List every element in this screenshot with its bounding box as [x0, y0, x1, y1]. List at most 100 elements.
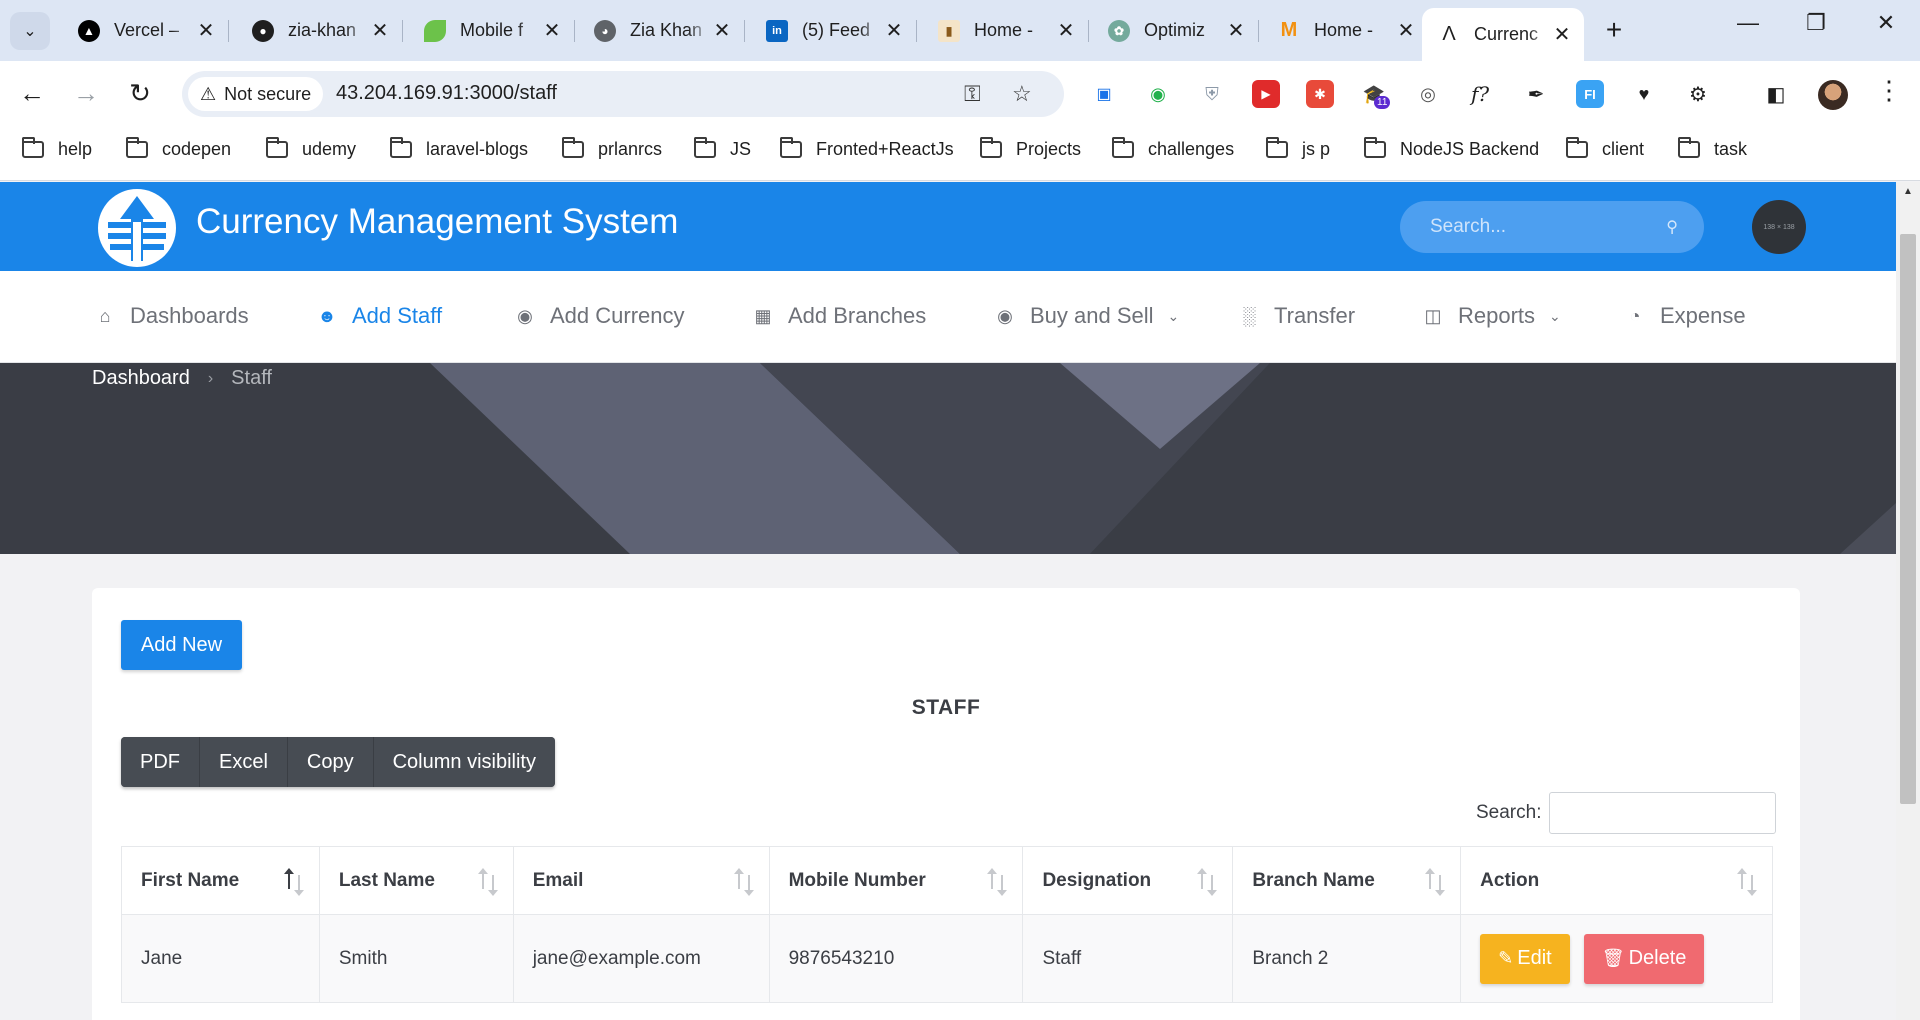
minimize-button[interactable]: — — [1728, 10, 1768, 36]
close-icon[interactable]: ✕ — [1396, 18, 1416, 43]
css-extension-icon[interactable]: ♥ — [1630, 80, 1658, 108]
close-icon[interactable]: ✕ — [712, 18, 732, 43]
nav-item-add-branches[interactable]: ▦ Add Branches — [750, 303, 926, 329]
graduation-extension-icon[interactable]: 🎓 11 — [1360, 80, 1391, 109]
copy-button[interactable]: Copy — [287, 737, 374, 787]
close-icon[interactable]: ✕ — [542, 18, 562, 43]
shield-icon[interactable]: ⛨ — [1198, 80, 1226, 108]
close-icon[interactable]: ✕ — [370, 18, 390, 43]
screen-capture-icon[interactable]: ▣ — [1090, 80, 1118, 108]
scrollbar-thumb[interactable] — [1900, 234, 1916, 804]
profile-avatar[interactable] — [1818, 80, 1848, 110]
browser-tab[interactable]: ▲ Vercel – ✕ — [62, 8, 229, 53]
add-new-button[interactable]: Add New — [121, 620, 242, 670]
app-logo[interactable] — [98, 189, 176, 267]
bookmark-folder[interactable]: Projects — [980, 137, 1081, 160]
media-extension-icon[interactable]: ▶ — [1252, 80, 1280, 108]
security-chip[interactable]: ⚠ Not secure — [188, 77, 324, 111]
nav-item-buy-and-sell[interactable]: ◉ Buy and Sell ⌄ — [992, 303, 1179, 329]
folder-icon — [1112, 137, 1134, 158]
bookmark-folder[interactable]: NodeJS Backend — [1364, 137, 1539, 160]
folder-icon — [390, 137, 412, 158]
bookmark-folder[interactable]: client — [1566, 137, 1644, 160]
browser-tab[interactable]: ✿ Optimiz ✕ — [1092, 8, 1259, 53]
reload-button[interactable]: ↻ — [122, 75, 158, 111]
column-header-email[interactable]: Email — [512, 846, 770, 915]
restore-button[interactable]: ❐ — [1796, 10, 1836, 36]
bookmark-folder[interactable]: challenges — [1112, 137, 1234, 160]
browser-tab[interactable]: M Home - ✕ — [1262, 8, 1428, 53]
close-icon[interactable]: ✕ — [1056, 18, 1076, 43]
sort-icon — [1424, 868, 1446, 896]
close-icon[interactable]: ✕ — [884, 18, 904, 43]
page-scrollbar[interactable]: ▲ — [1896, 182, 1920, 1020]
formula-extension-icon[interactable]: f? — [1466, 80, 1494, 108]
fi-extension-icon[interactable]: FI — [1576, 80, 1604, 108]
pdf-button[interactable]: PDF — [121, 737, 200, 787]
menu-button[interactable]: ⋮ — [1876, 75, 1902, 106]
bookmark-folder[interactable]: Fronted+ReactJs — [780, 137, 954, 160]
tab-search-button[interactable]: ⌄ — [10, 12, 50, 50]
side-panel-icon[interactable]: ◧ — [1762, 80, 1790, 108]
users-icon: ☻ — [317, 305, 337, 326]
bookmark-folder[interactable]: task — [1678, 137, 1747, 160]
breadcrumb-home[interactable]: Dashboard — [92, 367, 190, 390]
chevron-down-icon: ⌄ — [1549, 307, 1561, 324]
bookmark-folder[interactable]: JS — [694, 137, 751, 160]
delete-button[interactable]: 🗑 Delete — [1583, 933, 1705, 984]
nav-item-add-currency[interactable]: ◉ Add Currency — [512, 303, 684, 329]
cell-action: ✎ Edit 🗑 Delete — [1460, 914, 1773, 1003]
nav-item-transfer[interactable]: ░ Transfer — [1236, 303, 1355, 329]
close-icon[interactable]: ✕ — [196, 18, 216, 43]
edit-button[interactable]: ✎ Edit — [1480, 933, 1570, 984]
new-tab-button[interactable]: + — [1598, 14, 1630, 46]
bookmark-folder[interactable]: js p — [1266, 137, 1330, 160]
table-search-input[interactable] — [1549, 792, 1777, 834]
header-search-input[interactable] — [1400, 201, 1704, 253]
close-window-button[interactable]: ✕ — [1866, 10, 1906, 36]
column-visibility-button[interactable]: Column visibility — [373, 737, 555, 787]
bug-extension-icon[interactable]: ✱ — [1306, 80, 1334, 108]
star-icon[interactable]: ☆ — [1012, 81, 1032, 107]
browser-tab-active[interactable]: Λ Currenc ✕ — [1422, 8, 1584, 61]
column-header-branch-name[interactable]: Branch Name — [1232, 846, 1462, 915]
eye-extension-icon[interactable]: ◉ — [1144, 80, 1172, 108]
bookmark-folder[interactable]: codepen — [126, 137, 231, 160]
back-button[interactable]: ← — [14, 75, 50, 111]
head-extension-icon[interactable]: ◎ — [1414, 80, 1442, 108]
nav-item-reports[interactable]: ◫ Reports ⌄ — [1420, 303, 1561, 329]
eyedropper-icon[interactable]: ✒ — [1522, 80, 1550, 108]
browser-tab[interactable]: ▮ Home - ✕ — [922, 8, 1089, 53]
key-icon[interactable]: ⚿ — [964, 81, 981, 107]
bookmark-folder[interactable]: help — [22, 137, 92, 160]
close-icon[interactable]: ✕ — [1226, 18, 1246, 43]
scroll-up-icon[interactable]: ▲ — [1903, 186, 1913, 197]
address-bar[interactable]: ⚠ Not secure 43.204.169.91:3000/staff ⚿ … — [182, 71, 1064, 117]
url-text[interactable]: 43.204.169.91:3000/staff — [336, 82, 557, 105]
browser-tab[interactable]: ◕ Zia Khan ✕ — [578, 8, 745, 53]
staff-table: First Name Last Name Email Mobile Number… — [121, 846, 1773, 1003]
bookmark-folder[interactable]: laravel-blogs — [390, 137, 528, 160]
browser-tab[interactable]: in (5) Feed ✕ — [750, 8, 917, 53]
bookmark-folder[interactable]: udemy — [266, 137, 356, 160]
close-icon[interactable]: ✕ — [1552, 22, 1572, 47]
forward-button[interactable]: → — [68, 75, 104, 111]
coin-icon: ◉ — [997, 305, 1013, 326]
puzzle-icon[interactable]: ⚙ — [1684, 80, 1712, 108]
avatar[interactable]: 138 × 138 — [1752, 200, 1806, 254]
column-header-first-name[interactable]: First Name — [121, 846, 320, 915]
table-search: Search: — [1476, 792, 1777, 834]
browser-tab[interactable]: ● zia-khan ✕ — [236, 8, 403, 53]
hero-background — [0, 363, 1896, 554]
excel-button[interactable]: Excel — [200, 737, 288, 787]
column-header-last-name[interactable]: Last Name — [318, 846, 514, 915]
nav-item-add-staff[interactable]: ☻ Add Staff — [314, 303, 443, 329]
bookmark-folder[interactable]: prlanrcs — [562, 137, 662, 160]
browser-tab[interactable]: Mobile f ✕ — [408, 8, 575, 53]
search-icon[interactable]: ⚲ — [1666, 217, 1678, 237]
column-header-action[interactable]: Action — [1460, 846, 1773, 915]
nav-item-expense[interactable]: ◔ Expense — [1622, 303, 1746, 329]
column-header-mobile-number[interactable]: Mobile Number — [768, 846, 1024, 915]
column-header-designation[interactable]: Designation — [1022, 846, 1234, 915]
nav-item-dashboards[interactable]: ⌂ Dashboards — [92, 303, 249, 329]
